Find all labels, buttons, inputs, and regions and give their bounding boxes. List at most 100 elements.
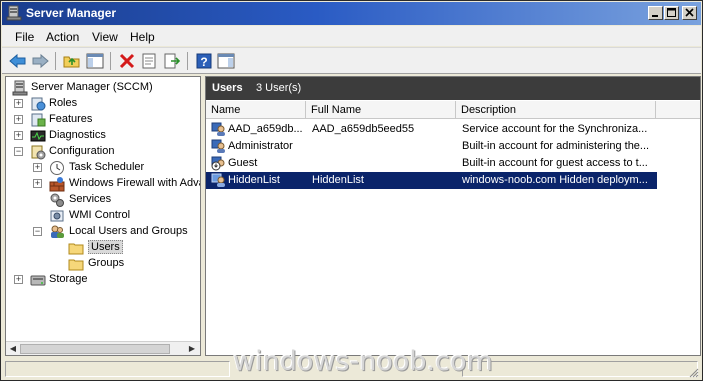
status-cell (462, 361, 698, 377)
roles-icon (31, 97, 46, 111)
maximize-button[interactable] (664, 6, 679, 20)
tree-label: Services (69, 193, 112, 205)
tree-item-task-scheduler[interactable]: + Task Scheduler (6, 160, 200, 176)
server-icon (12, 80, 28, 96)
tree-item-groups[interactable]: Groups (6, 256, 200, 272)
tree-item-server-manager[interactable]: Server Manager (SCCM) (6, 80, 200, 96)
tree-item-diagnostics[interactable]: + Diagnostics (6, 128, 200, 144)
tree-item-wmi-control[interactable]: WMI Control (6, 208, 200, 224)
user-count: 3 User(s) (256, 82, 302, 94)
tree-label: Features (49, 113, 93, 125)
tree-label: Roles (49, 97, 78, 109)
tree-label: Task Scheduler (69, 161, 145, 173)
server-manager-icon (6, 5, 22, 21)
expand-icon[interactable]: + (14, 115, 23, 124)
tree-item-configuration[interactable]: − Configuration (6, 144, 200, 160)
minimize-icon (652, 15, 658, 17)
scroll-left-icon[interactable]: ◀ (7, 343, 19, 355)
user-description: Service account for the Synchroniza... (462, 123, 648, 135)
tree-item-features[interactable]: + Features (6, 112, 200, 128)
user-description: Built-in account for administering the..… (462, 140, 650, 152)
tree-label: Storage (49, 273, 88, 285)
title-bar[interactable]: Server Manager (2, 2, 701, 25)
up-folder-icon (63, 56, 80, 68)
forward-button[interactable] (30, 52, 50, 70)
tree-label: Diagnostics (49, 129, 106, 141)
navigation-tree[interactable]: Server Manager (SCCM) + Roles + Features… (5, 76, 201, 356)
column-header-description[interactable]: Description (456, 101, 656, 119)
expand-icon[interactable]: + (14, 99, 23, 108)
tree-label: Server Manager (SCCM) (31, 81, 153, 93)
folder-icon (68, 259, 84, 271)
clock-icon (50, 161, 64, 175)
tree-item-roles[interactable]: + Roles (6, 96, 200, 112)
close-button[interactable] (682, 6, 697, 20)
tree-label: Windows Firewall with Adva (69, 177, 201, 189)
menu-help[interactable]: Help (130, 30, 155, 44)
help-button[interactable]: ? (194, 52, 214, 70)
back-button[interactable] (8, 52, 28, 70)
user-name: AAD_a659db... (228, 123, 303, 135)
table-row[interactable]: AAD_a659db... AAD_a659db5eed55 Service a… (206, 121, 657, 138)
diagnostics-icon (30, 130, 46, 142)
column-header-name[interactable]: Name (206, 101, 306, 119)
show-hide-tree-button[interactable] (85, 52, 105, 70)
expand-icon[interactable]: + (33, 163, 42, 172)
maximize-icon (667, 8, 676, 17)
scroll-right-icon[interactable]: ▶ (186, 343, 198, 355)
firewall-icon (49, 177, 65, 192)
delete-button[interactable] (117, 52, 137, 70)
menu-view[interactable]: View (92, 30, 118, 44)
show-hide-tree-icon (86, 53, 104, 69)
table-row[interactable]: Guest Built-in account for guest access … (206, 155, 657, 172)
properties-icon (142, 53, 156, 69)
tree-item-users[interactable]: Users (6, 240, 200, 256)
user-full-name: HiddenList (312, 174, 364, 186)
forward-icon (32, 53, 49, 69)
tree-item-local-users-groups[interactable]: − Local Users and Groups (6, 224, 200, 240)
user-description: Built-in account for guest access to t..… (462, 157, 648, 169)
properties-button[interactable] (139, 52, 159, 70)
expand-icon[interactable]: + (14, 131, 23, 140)
svg-text:?: ? (200, 55, 207, 69)
tree-horizontal-scrollbar[interactable]: ◀ ▶ (6, 341, 200, 355)
user-description: windows-noob.com Hidden deploym... (462, 174, 648, 186)
user-icon (211, 173, 225, 187)
resize-grip-icon[interactable] (687, 366, 699, 378)
tree-label: WMI Control (69, 209, 131, 221)
window-title: Server Manager (26, 6, 117, 20)
user-full-name: AAD_a659db5eed55 (312, 123, 415, 135)
expand-icon[interactable]: + (33, 179, 42, 188)
tree-item-windows-firewall[interactable]: + Windows Firewall with Adva (6, 176, 200, 192)
watermark: windows-noob.com (233, 346, 493, 377)
user-icon (211, 122, 225, 136)
expand-icon[interactable]: + (14, 275, 23, 284)
user-name: Administrator (228, 140, 293, 152)
table-row-selected[interactable]: HiddenList HiddenList windows-noob.com H… (206, 172, 657, 189)
menu-file[interactable]: File (15, 30, 34, 44)
storage-icon (30, 275, 46, 286)
tree-label: Local Users and Groups (69, 225, 188, 237)
up-folder-button[interactable] (62, 52, 82, 70)
tree-label: Groups (88, 257, 125, 269)
collapse-icon[interactable]: − (33, 227, 42, 236)
tree-item-services[interactable]: Services (6, 192, 200, 208)
table-row[interactable]: Administrator Built-in account for admin… (206, 138, 657, 155)
menu-action[interactable]: Action (46, 30, 79, 44)
minimize-button[interactable] (648, 6, 663, 20)
disabled-user-icon (211, 156, 225, 171)
configuration-icon (31, 145, 46, 160)
action-pane-button[interactable] (216, 52, 236, 70)
collapse-icon[interactable]: − (14, 147, 23, 156)
pane-header: Users 3 User(s) (206, 77, 700, 100)
back-icon (9, 53, 26, 69)
delete-icon (119, 53, 135, 69)
export-button[interactable] (162, 52, 182, 70)
close-icon (685, 8, 694, 17)
scrollbar-thumb[interactable] (20, 344, 170, 354)
tree-item-storage[interactable]: + Storage (6, 272, 200, 288)
column-header-full-name[interactable]: Full Name (306, 101, 456, 119)
user-name: Guest (228, 157, 258, 169)
action-pane-icon (217, 53, 235, 69)
status-cell (5, 361, 230, 377)
